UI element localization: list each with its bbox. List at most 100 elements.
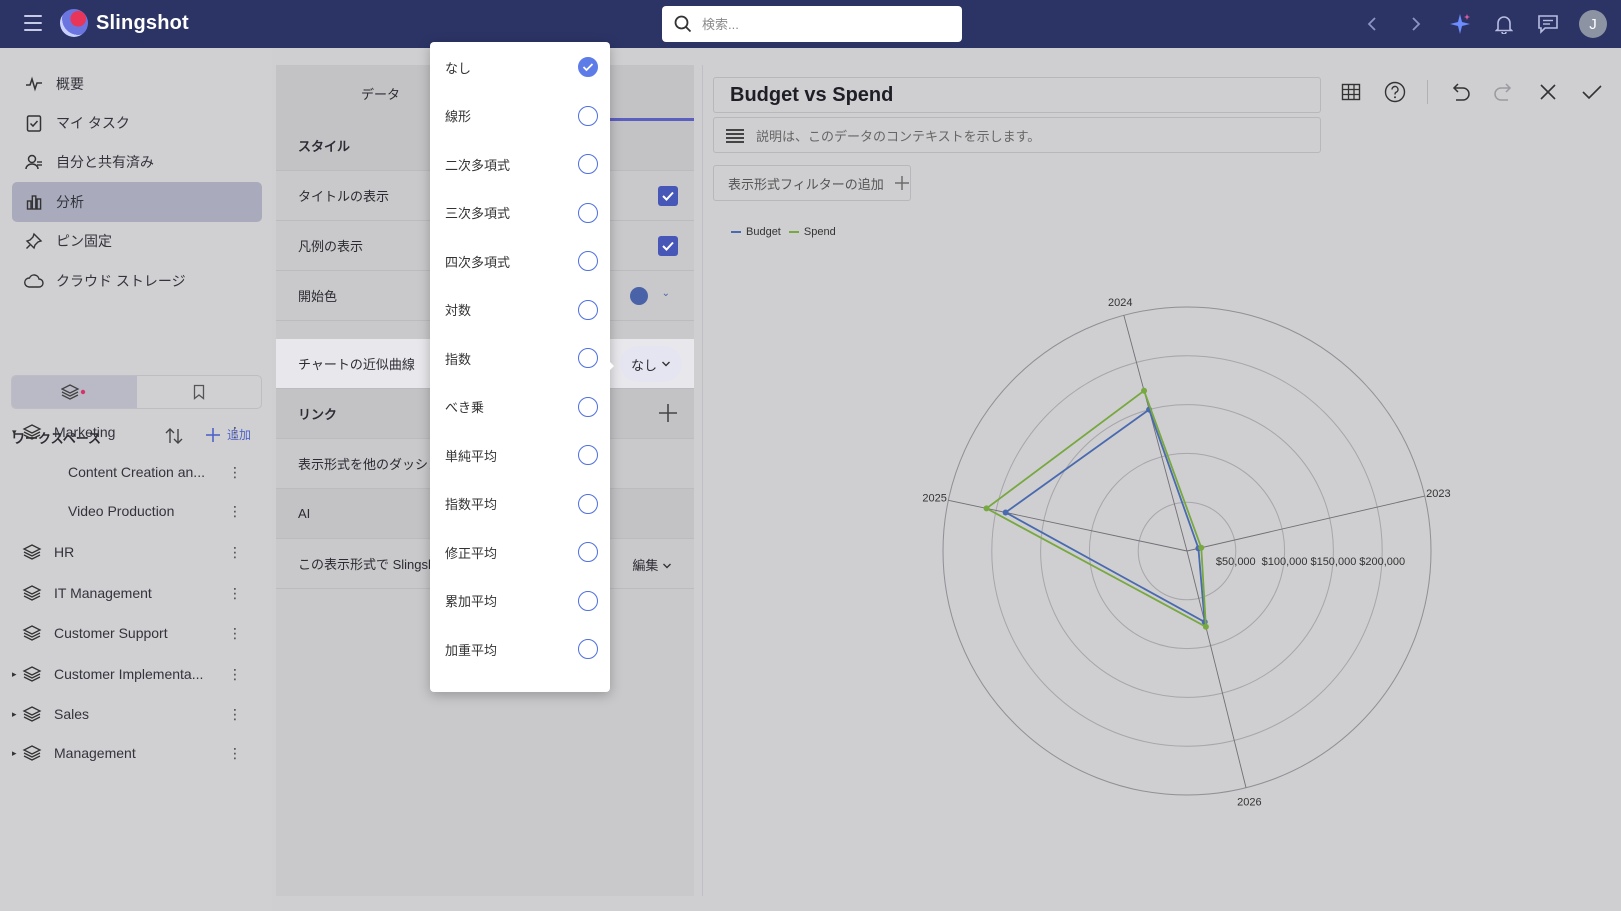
trendline-option-label: 単純平均 [445,448,498,464]
workspace-item-label: Customer Implementa... [54,666,204,682]
ai-sparkle-icon[interactable] [1447,11,1473,37]
radio-empty-icon[interactable] [578,639,598,659]
radio-empty-icon[interactable] [578,202,598,223]
trendline-option[interactable]: 単純平均 [430,430,610,480]
trendline-option[interactable]: べき乗 [430,382,610,432]
check-icon [662,241,674,251]
radio-empty-icon[interactable] [578,445,598,465]
nav-cloud-storage[interactable]: クラウド ストレージ [12,261,262,301]
trendline-option[interactable]: 四次多項式 [430,236,610,286]
more-vertical-icon[interactable]: ⋮ [228,544,242,561]
radio-empty-icon[interactable] [578,105,598,126]
more-vertical-icon[interactable]: ⋮ [228,625,242,642]
workspace-item[interactable]: HR ⋮ [12,533,262,571]
nav-my-tasks[interactable]: マイ タスク [12,103,262,143]
trendline-option[interactable]: 線形 [430,91,610,141]
radar-data-point [1002,509,1009,516]
ai-edit-button[interactable]: 編集 [632,555,672,574]
app-logo[interactable]: Slingshot [60,9,189,37]
workspace-item-label: HR [54,544,75,560]
show-legend-checkbox[interactable] [658,236,678,256]
radio-empty-icon[interactable] [578,299,598,320]
nav-shared[interactable]: 自分と共有済み [12,142,262,182]
trendline-option[interactable]: 加重平均 [430,624,610,674]
trendline-option[interactable]: 修正平均 [430,527,610,577]
visualization-editor: Budget vs Spend 説明は、このデータのコンテキストを示します。 表… [702,65,1610,896]
slingshot-logo-icon [60,9,88,37]
radio-empty-icon[interactable] [578,396,598,417]
add-link-button[interactable] [658,403,678,426]
trendline-select[interactable]: なし [620,346,682,382]
show-title-checkbox[interactable] [658,186,678,206]
trendline-option[interactable]: 累加平均 [430,576,610,626]
trendline-option-label: 三次多項式 [445,206,511,221]
workspace-item[interactable]: ▸ Customer Implementa... ⋮ [12,655,262,693]
start-color-swatch[interactable] [630,287,648,305]
workspace-layers-icon [22,705,44,723]
nav-cloud-storage-label: クラウド ストレージ [56,273,186,289]
radio-checked-icon[interactable] [578,57,598,77]
nav-analytics-label: 分析 [56,194,84,210]
bell-icon[interactable] [1491,11,1517,37]
trendline-option[interactable]: 三次多項式 [430,188,610,238]
trendline-option[interactable]: 指数 [430,333,610,383]
layers-tab[interactable] [12,376,137,408]
trendline-option[interactable]: なし [430,42,610,92]
hamburger-menu-icon[interactable] [24,15,42,31]
radio-empty-icon[interactable] [578,251,598,271]
workspace-item[interactable]: Customer Support ⋮ [12,614,262,652]
bookmarks-tab[interactable] [137,376,262,408]
forward-arrow-icon[interactable] [1403,11,1429,37]
workspace-item-label: Marketing [54,424,116,440]
workspace-layers-icon [22,744,44,762]
search-box[interactable] [662,6,962,42]
more-vertical-icon[interactable]: ⋮ [228,745,242,762]
nav-overview[interactable]: 概要 [12,64,262,104]
nav-pinned-label: ピン固定 [56,233,112,249]
workspace-item-label: IT Management [54,585,152,601]
radar-category-label: 2023 [1426,488,1450,500]
nav-analytics[interactable]: 分析 [12,182,262,222]
workspace-item[interactable]: ▸ Sales ⋮ [12,695,262,733]
more-vertical-icon[interactable]: ⋮ [228,585,242,602]
trendline-option[interactable]: 指数平均 [430,479,610,529]
back-arrow-icon[interactable] [1359,11,1385,37]
radar-category-label: 2026 [1237,796,1261,808]
radio-empty-icon[interactable] [578,154,598,174]
chat-icon[interactable] [1535,11,1561,37]
radio-empty-icon[interactable] [578,493,598,514]
more-vertical-icon[interactable]: ⋮ [228,666,242,683]
nav-shared-label: 自分と共有済み [56,154,154,170]
more-vertical-icon[interactable]: ⋮ [228,464,242,481]
trendline-option-label: 線形 [445,109,472,124]
trendline-option[interactable]: 対数 [430,285,610,335]
radar-series-line [984,389,1207,629]
radio-empty-icon[interactable] [578,542,598,562]
workspace-layers-icon [22,543,44,561]
radar-axis-line [1123,315,1188,552]
workspace-item-label: Content Creation an... [68,464,205,480]
nav-pinned[interactable]: ピン固定 [12,221,262,261]
user-avatar[interactable]: J [1579,10,1607,38]
workspace-item[interactable]: IT Management ⋮ [12,574,262,612]
caret-right-icon[interactable]: ▸ [12,748,22,759]
radio-empty-icon[interactable] [578,590,598,611]
workspace-child-item[interactable]: Content Creation an... ⋮ [12,453,262,491]
chevron-down-icon[interactable]: ⌄ [662,288,670,299]
more-vertical-icon[interactable]: ⋮ [228,706,242,723]
workspace-child-item[interactable]: Video Production ⋮ [12,492,262,530]
more-vertical-icon[interactable]: ⋮ [228,424,242,441]
trendline-option-label: 対数 [445,303,472,318]
trendline-option[interactable]: 二次多項式 [430,139,610,189]
caret-right-icon[interactable]: ▸ [12,709,22,720]
radio-empty-icon[interactable] [578,348,598,368]
caret-down-icon[interactable]: ▾ [12,427,22,438]
workspace-layers-icon [22,584,44,602]
workspace-item[interactable]: ▾ Marketing ⋮ [12,413,262,451]
more-vertical-icon[interactable]: ⋮ [228,503,242,520]
workspace-item[interactable]: ▸ Management ⋮ [12,734,262,772]
search-input[interactable] [702,16,942,32]
trendline-option-label: 修正平均 [445,545,498,561]
caret-right-icon[interactable]: ▸ [12,669,22,680]
sidebar: 概要 マイ タスク 自分と共有済み 分析 ピン固定 クラウド ストレージ ワーク… [0,48,272,911]
